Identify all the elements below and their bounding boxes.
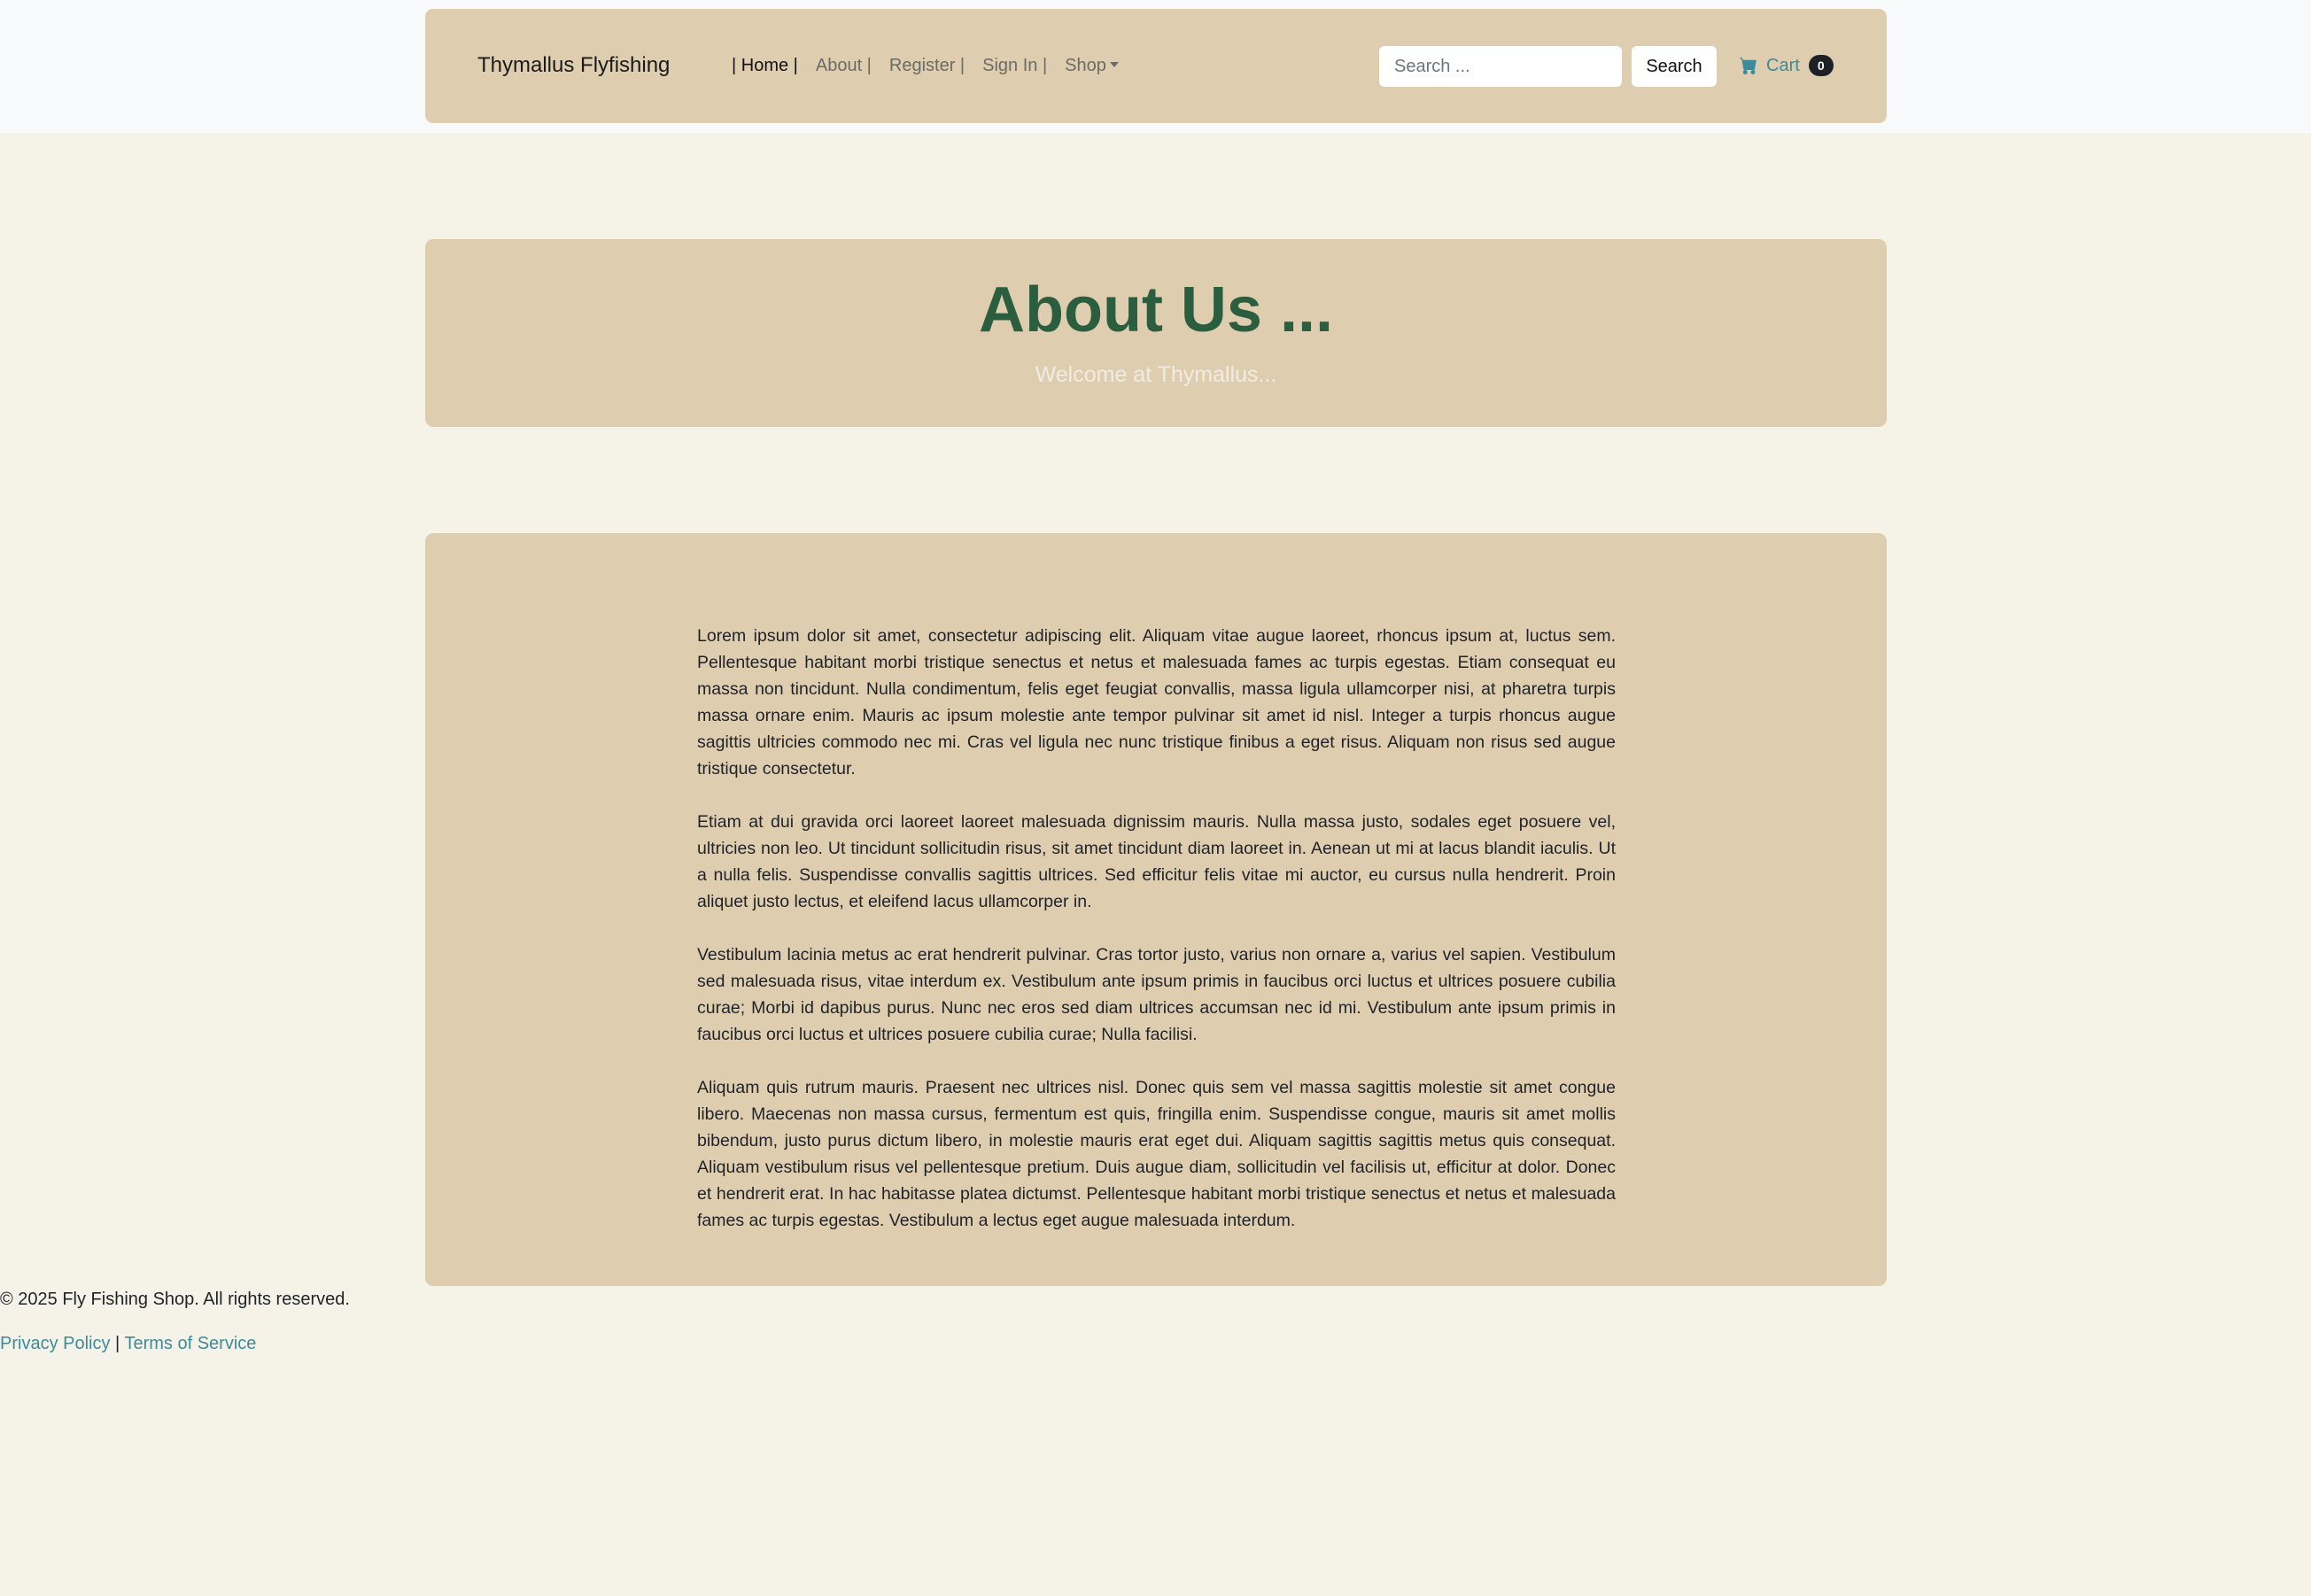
- cart-link[interactable]: Cart 0: [1739, 55, 1834, 76]
- nav-link-sign-in[interactable]: Sign In |: [982, 55, 1047, 76]
- paragraph: Etiam at dui gravida orci laoreet laoree…: [697, 812, 1616, 911]
- cart-label: Cart: [1766, 56, 1800, 75]
- navbar: Thymallus Flyfishing | Home | About | Re…: [425, 9, 1887, 123]
- paragraph: Aliquam quis rutrum mauris. Praesent nec…: [697, 1078, 1616, 1230]
- cart-icon: [1740, 58, 1757, 74]
- nav-links: | Home | About | Register | Sign In | Sh…: [732, 55, 1136, 76]
- cart-count-badge: 0: [1808, 55, 1834, 76]
- nav-link-about[interactable]: About |: [816, 55, 872, 76]
- nav-dropdown-shop[interactable]: Shop: [1065, 55, 1119, 76]
- footer-links: Privacy Policy | Terms of Service: [0, 1330, 256, 1357]
- terms-of-service-link[interactable]: Terms of Service: [124, 1334, 256, 1353]
- search-input[interactable]: [1379, 46, 1622, 87]
- nav-link-register[interactable]: Register |: [889, 55, 965, 76]
- hero-banner: About Us ... Welcome at Thymallus...: [425, 239, 1887, 427]
- about-content-panel: Lorem ipsum dolor sit amet, consectetur …: [425, 533, 1887, 1286]
- copyright-text: © 2025 Fly Fishing Shop. All rights rese…: [0, 1290, 350, 1309]
- privacy-policy-link[interactable]: Privacy Policy: [0, 1334, 110, 1353]
- footer-separator: |: [115, 1334, 120, 1353]
- paragraph: Vestibulum lacinia metus ac erat hendrer…: [697, 945, 1616, 1044]
- about-text: Lorem ipsum dolor sit amet, consectetur …: [697, 623, 1616, 1260]
- nav-link-home[interactable]: | Home |: [732, 55, 798, 76]
- nav-shop-label: Shop: [1065, 56, 1106, 75]
- page-subtitle: Welcome at Thymallus...: [1035, 362, 1277, 387]
- caret-down-icon: [1109, 61, 1119, 67]
- search-button[interactable]: Search: [1632, 46, 1717, 87]
- page-title: About Us ...: [979, 275, 1333, 345]
- paragraph: Lorem ipsum dolor sit amet, consectetur …: [697, 626, 1616, 779]
- brand-name[interactable]: Thymallus Flyfishing: [477, 52, 670, 79]
- top-bar: Thymallus Flyfishing | Home | About | Re…: [0, 0, 2311, 133]
